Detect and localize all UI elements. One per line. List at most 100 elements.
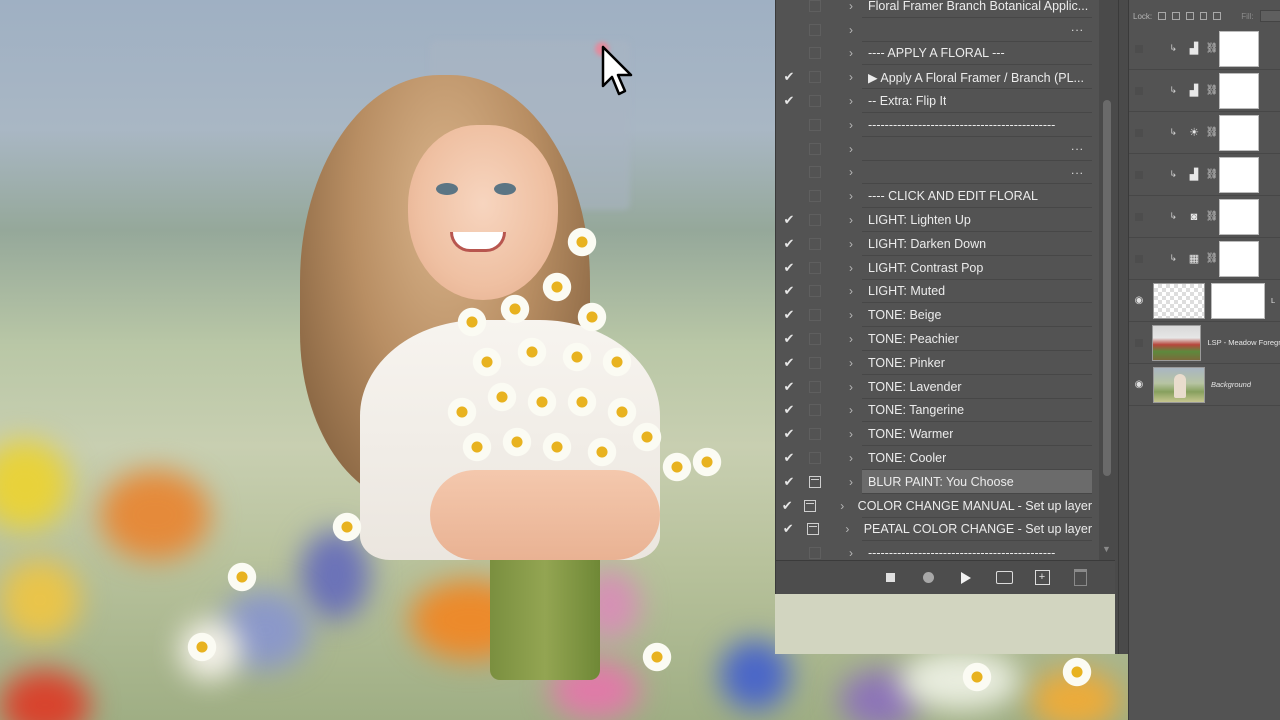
toggle-dialog-icon[interactable]: [802, 18, 828, 42]
lock-position-icon[interactable]: [1185, 12, 1194, 20]
lock-transparent-icon[interactable]: [1158, 12, 1166, 20]
chevron-right-icon[interactable]: ›: [840, 208, 862, 232]
toggle-item-checkbox[interactable]: [776, 18, 802, 42]
layer-thumbnail[interactable]: [1153, 366, 1205, 403]
actions-scrollbar[interactable]: ▼: [1099, 0, 1115, 560]
visibility-eye-icon[interactable]: [1129, 28, 1149, 69]
action-label-cell[interactable]: TONE: Tangerine: [862, 399, 1092, 423]
visibility-eye-icon[interactable]: [1129, 322, 1148, 363]
action-row[interactable]: ✔ › PEATAL COLOR CHANGE - Set up layer: [776, 518, 1098, 542]
toggle-dialog-icon[interactable]: [802, 375, 828, 399]
camera-icon[interactable]: ◙: [1183, 196, 1205, 237]
toggle-dialog-icon[interactable]: [802, 232, 828, 256]
action-label-cell[interactable]: COLOR CHANGE MANUAL - Set up layer: [852, 494, 1092, 518]
toggle-item-checkbox[interactable]: ✔: [776, 422, 802, 446]
action-label-cell[interactable]: ---- CLICK AND EDIT FLORAL: [862, 184, 1092, 208]
action-label-cell[interactable]: ----------------------------------------…: [862, 113, 1092, 137]
link-chain-icon[interactable]: ⛓: [1205, 28, 1219, 69]
action-label-cell[interactable]: ...: [862, 18, 1092, 42]
action-row[interactable]: › ---------------------------------------…: [776, 541, 1098, 560]
chevron-right-icon[interactable]: ›: [840, 161, 862, 185]
toggle-item-checkbox[interactable]: [776, 113, 802, 137]
chevron-right-icon[interactable]: ›: [840, 18, 862, 42]
layer-mask-thumbnail[interactable]: [1219, 72, 1259, 109]
toggle-dialog-icon[interactable]: [802, 113, 828, 137]
action-label-cell[interactable]: LIGHT: Contrast Pop: [862, 256, 1092, 280]
toggle-item-checkbox[interactable]: ✔: [776, 65, 802, 89]
begin-recording-button[interactable]: [918, 568, 938, 588]
toggle-item-checkbox[interactable]: ✔: [776, 518, 800, 542]
action-row[interactable]: ✔ › BLUR PAINT: You Choose: [776, 470, 1098, 494]
visibility-eye-icon[interactable]: [1129, 112, 1149, 153]
action-label-cell[interactable]: TONE: Warmer: [862, 422, 1092, 446]
toggle-dialog-icon[interactable]: [802, 327, 828, 351]
scrollbar-thumb[interactable]: [1103, 100, 1111, 476]
brightness-icon[interactable]: ☀: [1183, 112, 1205, 153]
layer-row[interactable]: ↳ ☀ ⛓: [1129, 112, 1280, 154]
action-row[interactable]: ✔ › TONE: Cooler: [776, 446, 1098, 470]
toggle-dialog-icon[interactable]: [802, 446, 828, 470]
toggle-item-checkbox[interactable]: ✔: [776, 256, 802, 280]
chevron-right-icon[interactable]: ›: [840, 327, 862, 351]
levels-icon[interactable]: ▟: [1183, 154, 1205, 195]
chevron-right-icon[interactable]: ›: [840, 303, 862, 327]
chevron-right-icon[interactable]: ›: [840, 184, 862, 208]
link-chain-icon[interactable]: ⛓: [1205, 112, 1219, 153]
action-row[interactable]: ✔ › TONE: Peachier: [776, 327, 1098, 351]
toggle-dialog-icon[interactable]: [802, 42, 828, 66]
toggle-item-checkbox[interactable]: ✔: [776, 327, 802, 351]
chevron-right-icon[interactable]: ›: [840, 65, 862, 89]
action-label-cell[interactable]: PEATAL COLOR CHANGE - Set up layer: [858, 518, 1092, 542]
toggle-dialog-icon[interactable]: [802, 161, 828, 185]
layer-mask-thumbnail[interactable]: [1219, 114, 1259, 151]
visibility-eye-icon[interactable]: [1129, 238, 1149, 279]
toggle-item-checkbox[interactable]: [776, 184, 802, 208]
action-row[interactable]: › ---- CLICK AND EDIT FLORAL: [776, 184, 1098, 208]
action-row[interactable]: ✔ › ▶ Apply A Floral Framer / Branch (PL..…: [776, 65, 1098, 89]
layer-mask-thumbnail[interactable]: [1219, 156, 1259, 193]
visibility-eye-icon[interactable]: [1129, 196, 1149, 237]
chevron-right-icon[interactable]: ›: [840, 375, 862, 399]
link-chain-icon[interactable]: ⛓: [1205, 196, 1219, 237]
chevron-right-icon[interactable]: ›: [840, 0, 862, 18]
toggle-dialog-icon[interactable]: [802, 184, 828, 208]
chevron-right-icon[interactable]: ›: [840, 399, 862, 423]
action-label-cell[interactable]: TONE: Beige: [862, 303, 1092, 327]
toggle-dialog-icon[interactable]: [798, 494, 820, 518]
toggle-item-checkbox[interactable]: ✔: [776, 89, 802, 113]
toggle-dialog-icon[interactable]: [802, 208, 828, 232]
levels-icon[interactable]: ▟: [1183, 70, 1205, 111]
stop-recording-button[interactable]: [880, 568, 900, 588]
toggle-dialog-icon[interactable]: [802, 256, 828, 280]
toggle-dialog-icon[interactable]: [802, 65, 828, 89]
toggle-dialog-icon[interactable]: [802, 422, 828, 446]
chevron-right-icon[interactable]: ›: [840, 541, 862, 560]
layer-row[interactable]: ↳ ▦ ⛓: [1129, 238, 1280, 280]
chevron-right-icon[interactable]: ›: [840, 280, 862, 304]
create-new-action-button[interactable]: [1032, 568, 1052, 588]
toggle-dialog-icon[interactable]: [802, 89, 828, 113]
toggle-item-checkbox[interactable]: [776, 0, 802, 18]
action-row[interactable]: ✔ › LIGHT: Muted: [776, 280, 1098, 304]
chevron-right-icon[interactable]: ›: [840, 137, 862, 161]
chevron-right-icon[interactable]: ›: [840, 422, 862, 446]
channel-mixer-icon[interactable]: ▦: [1183, 238, 1205, 279]
toggle-item-checkbox[interactable]: ✔: [776, 494, 798, 518]
chevron-right-icon[interactable]: ›: [840, 446, 862, 470]
toggle-item-checkbox[interactable]: ✔: [776, 375, 802, 399]
toggle-dialog-icon[interactable]: [802, 541, 828, 560]
action-row[interactable]: ›...: [776, 18, 1098, 42]
action-label-cell[interactable]: Floral Framer Branch Botanical Applic...: [862, 0, 1092, 18]
action-row[interactable]: › ---- APPLY A FLORAL ---: [776, 42, 1098, 66]
toggle-item-checkbox[interactable]: ✔: [776, 208, 802, 232]
chevron-right-icon[interactable]: ›: [833, 494, 852, 518]
toggle-dialog-icon[interactable]: [802, 137, 828, 161]
toggle-dialog-icon[interactable]: [802, 351, 828, 375]
action-label-cell[interactable]: ▶ Apply A Floral Framer / Branch (PL...: [862, 65, 1092, 89]
layer-row[interactable]: ◉ L: [1129, 280, 1280, 322]
toggle-item-checkbox[interactable]: ✔: [776, 303, 802, 327]
toggle-dialog-icon[interactable]: [800, 518, 824, 542]
action-label-cell[interactable]: ----------------------------------------…: [862, 541, 1092, 560]
action-row[interactable]: ✔ › COLOR CHANGE MANUAL - Set up layer: [776, 494, 1098, 518]
action-row[interactable]: ✔ › TONE: Beige: [776, 303, 1098, 327]
